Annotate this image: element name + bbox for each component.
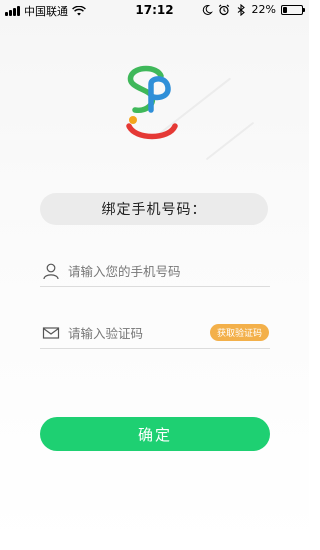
battery-fill <box>283 6 287 13</box>
mail-icon <box>42 327 60 339</box>
logo-letter-p <box>148 76 171 113</box>
status-bar: 中国联通 17:12 22% <box>0 0 309 20</box>
phone-field <box>40 255 270 287</box>
alarm-icon <box>218 4 229 15</box>
app-logo <box>126 65 178 140</box>
user-icon <box>43 263 59 280</box>
signal-icon <box>5 6 20 16</box>
code-input[interactable] <box>68 321 218 345</box>
bluetooth-icon <box>237 3 245 16</box>
moon-icon <box>202 4 213 15</box>
wifi-icon <box>72 6 86 16</box>
confirm-button[interactable]: 确定 <box>40 417 270 451</box>
carrier-name: 中国联通 <box>24 5 68 18</box>
background-streak <box>205 121 255 161</box>
code-field: 获取验证码 <box>40 317 270 349</box>
get-code-button[interactable]: 获取验证码 <box>209 324 269 341</box>
battery-percent: 22% <box>251 3 276 16</box>
page-title: 绑定手机号码： <box>40 193 268 225</box>
phone-input[interactable] <box>68 259 263 283</box>
battery-icon <box>281 4 305 15</box>
logo-dot <box>129 116 137 124</box>
logo-smile <box>126 123 178 140</box>
logo-letter-s <box>127 65 164 114</box>
status-left: 中国联通 <box>5 3 86 19</box>
status-right: 22% <box>201 3 305 16</box>
